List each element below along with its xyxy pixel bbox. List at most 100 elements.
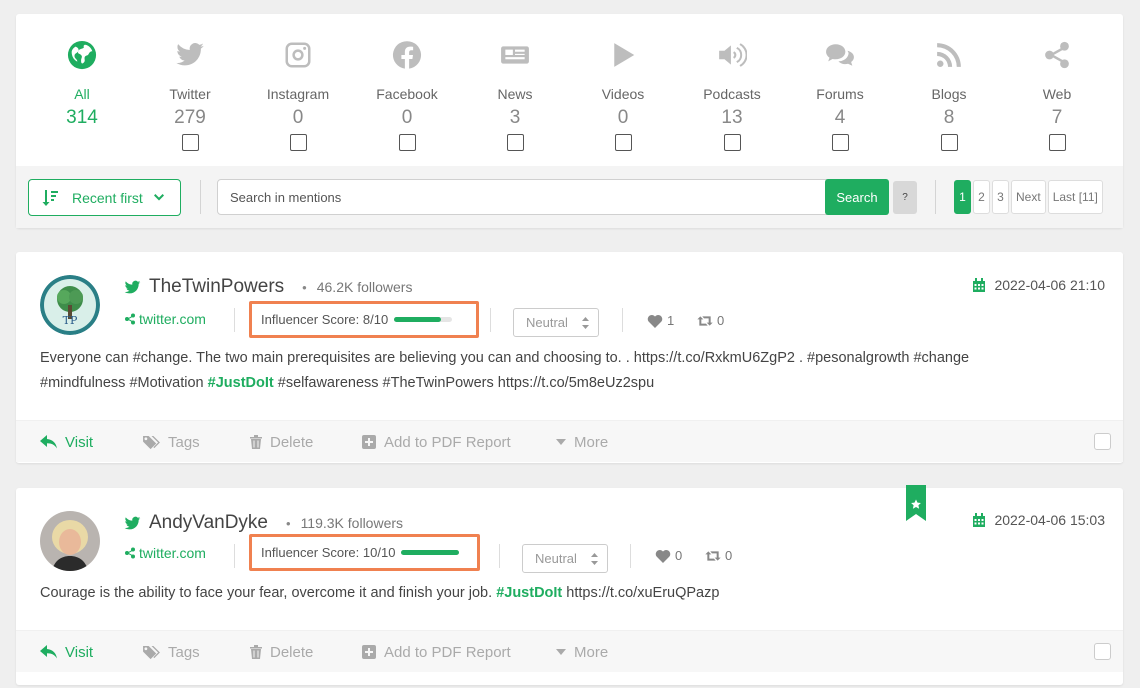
facebook-icon (357, 38, 457, 72)
tags-button[interactable]: Tags (143, 421, 200, 463)
mention-hashtag-highlight[interactable]: #JustDoIt (208, 375, 274, 391)
delete-button[interactable]: Delete (250, 631, 313, 673)
more-button[interactable]: More (556, 421, 608, 463)
likes-metric: 1 (647, 313, 674, 328)
tags-label: Tags (168, 643, 200, 661)
source-tab-twitter[interactable]: Twitter 279 (140, 38, 240, 151)
mentions-toolbar: Recent first Search ? 1 2 3 Next Last [1… (16, 166, 1123, 228)
divider (234, 544, 235, 568)
volume-icon (682, 38, 782, 72)
source-domain: twitter.com (139, 545, 206, 561)
source-tab-instagram[interactable]: Instagram 0 (248, 38, 348, 151)
sort-label: Recent first (72, 189, 143, 206)
search-box: Search (217, 179, 889, 215)
tags-icon (143, 645, 160, 659)
next-page-button[interactable]: Next (1011, 180, 1046, 214)
page-button-3[interactable]: 3 (992, 180, 1009, 214)
follower-count: 46.2K followers (316, 279, 413, 295)
search-help-button[interactable]: ? (893, 181, 917, 214)
sentiment-dropdown[interactable]: Neutral (522, 544, 608, 573)
add-to-pdf-button[interactable]: Add to PDF Report (362, 421, 511, 463)
mention-date: 2022-04-06 21:10 (972, 277, 1105, 293)
source-count: 0 (401, 107, 413, 128)
source-tab-web[interactable]: Web 7 (1007, 38, 1107, 151)
author-name[interactable]: AndyVanDyke (149, 512, 268, 534)
source-count: 13 (721, 107, 743, 128)
influencer-score-fill (401, 550, 460, 555)
retweets-count: 0 (725, 548, 733, 563)
delete-button[interactable]: Delete (250, 421, 313, 463)
source-tab-videos[interactable]: Videos 0 (573, 38, 673, 151)
instagram-icon (248, 38, 348, 72)
mention-hashtag-highlight[interactable]: #JustDoIt (496, 585, 562, 601)
source-tab-news[interactable]: News 3 (465, 38, 565, 151)
divider (234, 308, 235, 332)
retweets-metric: 0 (697, 313, 724, 328)
reply-icon (40, 645, 57, 659)
influencer-score-bar (401, 550, 460, 555)
page-button-2[interactable]: 2 (973, 180, 990, 214)
source-count: 279 (174, 107, 206, 128)
source-label: Podcasts (703, 86, 761, 102)
chevron-down-icon (153, 193, 164, 200)
source-count: 8 (943, 107, 955, 128)
source-checkbox-podcasts[interactable] (723, 134, 741, 151)
retweets-count: 0 (717, 313, 725, 328)
caret-down-icon (556, 649, 566, 655)
divider (630, 544, 631, 568)
select-mention-checkbox[interactable] (1094, 643, 1111, 660)
more-button[interactable]: More (556, 631, 608, 673)
add-to-pdf-button[interactable]: Add to PDF Report (362, 631, 511, 673)
source-tabs: All 314 Twitter 279 Instagram 0 Facebook… (16, 14, 1123, 166)
sort-dropdown[interactable]: Recent first (28, 179, 181, 216)
source-checkbox-videos[interactable] (614, 134, 632, 151)
last-page-button[interactable]: Last [11] (1047, 180, 1103, 214)
page-button-1[interactable]: 1 (954, 180, 971, 214)
plus-square-icon (362, 435, 376, 449)
source-label: All (74, 86, 90, 102)
source-link[interactable]: twitter.com (124, 311, 206, 327)
source-link[interactable]: twitter.com (124, 545, 206, 561)
source-tab-all[interactable]: All 314 (32, 38, 132, 129)
calendar-icon (973, 277, 986, 292)
bookmark-star-icon[interactable] (906, 485, 926, 521)
visit-button[interactable]: Visit (40, 631, 93, 673)
source-checkbox-news[interactable] (506, 134, 524, 151)
source-checkbox-instagram[interactable] (289, 134, 307, 151)
author-name[interactable]: TheTwinPowers (149, 276, 284, 298)
source-checkbox-blogs[interactable] (940, 134, 958, 151)
source-label: Facebook (376, 86, 438, 102)
separator-dot: • (302, 279, 307, 295)
twitter-icon (124, 515, 141, 532)
source-tab-facebook[interactable]: Facebook 0 (357, 38, 457, 151)
likes-count: 1 (667, 313, 675, 328)
source-label: Videos (601, 86, 645, 102)
tags-button[interactable]: Tags (143, 631, 200, 673)
source-tab-forums[interactable]: Forums 4 (790, 38, 890, 151)
date-text: 2022-04-06 21:10 (994, 277, 1105, 293)
mention-text-part: https://t.co/xuEruQPazp (562, 585, 720, 601)
mention-date: 2022-04-06 15:03 (972, 512, 1105, 528)
source-checkbox-facebook[interactable] (398, 134, 416, 151)
source-checkbox-forums[interactable] (831, 134, 849, 151)
source-tab-blogs[interactable]: Blogs 8 (899, 38, 999, 151)
select-mention-checkbox[interactable] (1094, 433, 1111, 450)
follower-count: 119.3K followers (300, 515, 404, 531)
sentiment-dropdown[interactable]: Neutral (513, 308, 599, 337)
source-checkbox-twitter[interactable] (181, 134, 199, 151)
source-label: Twitter (169, 86, 211, 102)
avatar-monogram: TP (63, 314, 78, 327)
sort-icon (42, 189, 58, 206)
source-tab-podcasts[interactable]: Podcasts 13 (682, 38, 782, 151)
trash-icon (250, 645, 262, 659)
source-checkbox-web[interactable] (1048, 134, 1066, 151)
search-button[interactable]: Search (825, 179, 889, 215)
source-label: News (497, 86, 533, 102)
influencer-score-label: Influencer Score: 8/10 (261, 312, 389, 327)
mention-text: Everyone can #change. The two main prere… (40, 346, 1040, 396)
mention-card: TP TheTwinPowers • 46.2K followers twitt… (16, 252, 1123, 463)
visit-button[interactable]: Visit (40, 421, 93, 463)
pagination: 1 2 3 Next Last [11] (954, 180, 1103, 214)
mention-text-part: #selfawareness #TheTwinPowers https://t.… (273, 375, 655, 391)
search-input[interactable] (218, 180, 823, 214)
